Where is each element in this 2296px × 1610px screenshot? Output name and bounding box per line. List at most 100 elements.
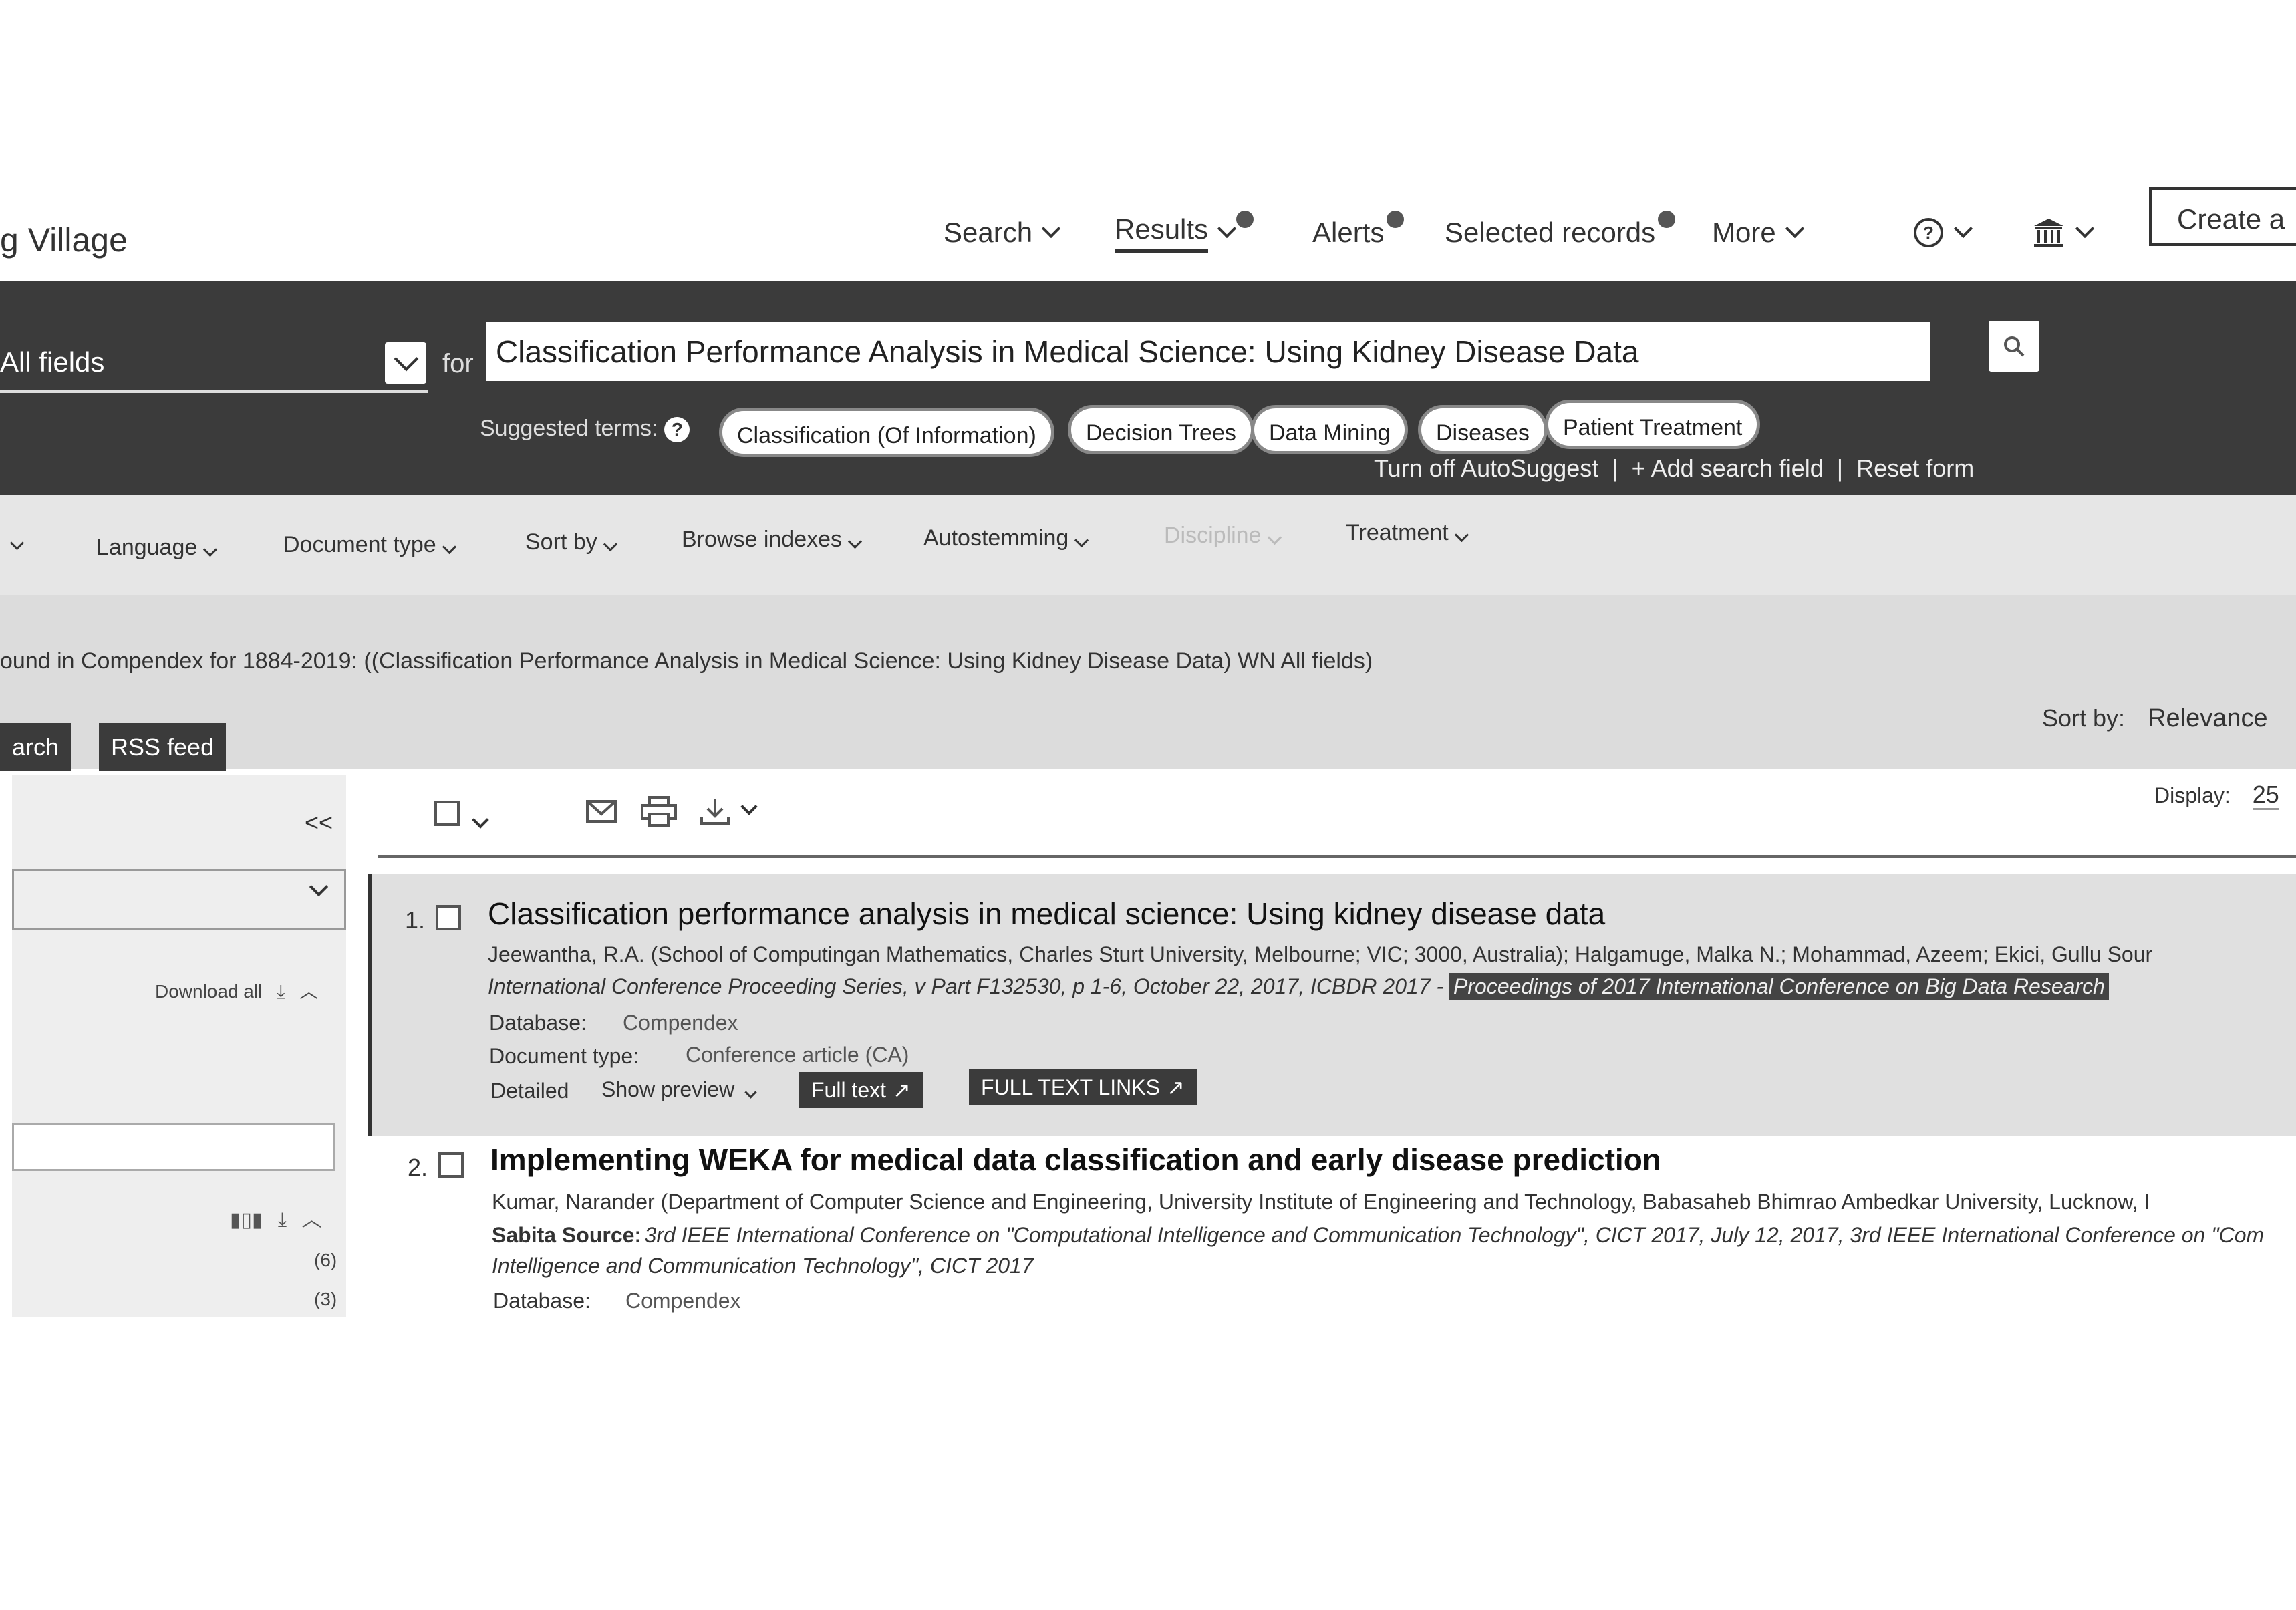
display-label: Display: <box>2154 783 2231 807</box>
download-button[interactable] <box>699 797 758 829</box>
suggested-terms-label: Suggested terms:? <box>480 416 690 442</box>
result-title-link[interactable]: Implementing WEKA for medical data class… <box>490 1142 1661 1178</box>
source-label: Sabita Source: <box>492 1223 642 1247</box>
chevron-down-icon <box>442 539 456 555</box>
show-preview-toggle[interactable]: Show preview <box>601 1077 757 1102</box>
print-button[interactable] <box>640 795 678 831</box>
chevron-down-icon <box>1041 219 1061 239</box>
turn-off-autosuggest-link[interactable]: Turn off AutoSuggest <box>1374 454 1598 482</box>
print-icon <box>641 796 677 827</box>
database-label: Database: <box>489 1011 587 1035</box>
help-icon[interactable]: ? <box>664 417 690 442</box>
result-checkbox[interactable] <box>438 1152 464 1178</box>
filter-autostemming[interactable]: Autostemming <box>923 525 1089 551</box>
nav-results[interactable]: Results <box>1115 211 1254 253</box>
display-control[interactable]: Display: 25 <box>2154 781 2279 810</box>
chevron-down-icon <box>1953 219 1973 239</box>
search-input[interactable]: Classification Performance Analysis in M… <box>486 322 1930 381</box>
select-all[interactable] <box>434 801 490 829</box>
results-badge <box>1236 211 1254 228</box>
institution-icon <box>2034 219 2063 247</box>
chevron-down-icon <box>740 798 758 815</box>
search-links: Turn off AutoSuggest | + Add search field |… <box>1374 454 1987 483</box>
chevron-down-icon <box>603 537 617 552</box>
filter-autostemming-label: Autostemming <box>923 525 1069 551</box>
chevron-up-icon[interactable]: ︿ <box>301 1209 321 1231</box>
result-checkbox[interactable] <box>436 905 461 930</box>
filter-document-type-label: Document type <box>283 532 436 557</box>
display-value: 25 <box>2252 781 2279 810</box>
sort-by-value: Relevance <box>2148 704 2268 732</box>
suggested-term-chip[interactable]: Patient Treatment <box>1545 400 1761 449</box>
download-all-link[interactable]: Download all ⤓ ︿ <box>155 977 318 1004</box>
search-button[interactable] <box>1989 321 2039 372</box>
filter-browse-indexes-label: Browse indexes <box>682 527 843 552</box>
create-account-button[interactable]: Create a <box>2149 187 2296 246</box>
help-menu[interactable]: ? <box>1912 213 1973 253</box>
nav-selected-records-label: Selected records <box>1445 217 1656 248</box>
full-text-button[interactable]: Full text ↗ <box>799 1072 923 1108</box>
full-text-links-button[interactable]: FULL TEXT LINKS ↗ <box>969 1069 1197 1105</box>
filter-sort-by[interactable]: Sort by <box>525 529 617 555</box>
brand-title: g Village <box>0 221 128 259</box>
result-title-link[interactable]: Classification performance analysis in m… <box>488 896 1605 932</box>
select-all-checkbox[interactable] <box>434 801 460 826</box>
facet-count: (6) <box>314 1250 337 1270</box>
nav-search[interactable]: Search <box>944 213 1061 253</box>
chart-icon[interactable]: ▮▯▮ <box>230 1209 263 1231</box>
divider: | <box>1612 454 1618 482</box>
full-text-links-label: FULL TEXT LINKS <box>981 1075 1160 1099</box>
institution-menu[interactable] <box>2031 213 2095 253</box>
facet-tools: ▮▯▮ ⤓ ︿ <box>230 1203 321 1232</box>
result-number: 2. <box>408 1154 428 1181</box>
chevron-down-icon <box>847 534 863 549</box>
detailed-link[interactable]: Detailed <box>490 1079 569 1103</box>
suggested-term-chip[interactable]: Decision Trees <box>1068 405 1254 454</box>
database-value: Compendex <box>625 1289 741 1313</box>
suggested-term-chip[interactable]: Data Mining <box>1251 405 1409 454</box>
svg-text:?: ? <box>1923 223 1934 243</box>
nav-results-label: Results <box>1115 213 1209 253</box>
filter-dropdown[interactable] <box>4 528 25 554</box>
chevron-down-icon <box>1074 533 1089 548</box>
result-source: Sabita Source: 3rd IEEE International Co… <box>492 1223 2264 1248</box>
filter-discipline: Discipline <box>1164 523 1282 549</box>
external-link-icon: ↗ <box>1166 1075 1185 1099</box>
chevron-down-icon <box>472 811 490 829</box>
chevron-down-icon <box>1217 219 1237 239</box>
add-search-field-link[interactable]: + Add search field <box>1632 454 1824 482</box>
full-text-label: Full text <box>811 1078 887 1102</box>
field-select[interactable]: All fields <box>0 334 428 393</box>
nav-more-label: More <box>1712 217 1776 248</box>
document-type-value: Conference article (CA) <box>686 1043 909 1067</box>
field-select-toggle[interactable] <box>385 342 426 384</box>
refine-panel <box>12 775 346 1317</box>
chevron-down-icon <box>2075 219 2095 239</box>
reset-form-link[interactable]: Reset form <box>1856 454 1974 482</box>
results-header <box>0 595 2296 769</box>
nav-selected-records[interactable]: Selected records <box>1445 211 1676 253</box>
collapse-panel-button[interactable]: << <box>305 809 333 837</box>
nav-alerts[interactable]: Alerts <box>1312 211 1405 253</box>
filter-document-type[interactable]: Document type <box>283 532 456 558</box>
sort-by-control[interactable]: Sort by: Relevance <box>2042 704 2268 733</box>
rss-feed-button[interactable]: RSS feed <box>99 723 227 771</box>
download-icon[interactable]: ⤓ <box>278 1209 287 1231</box>
help-icon: ? <box>1914 218 1943 247</box>
filter-language[interactable]: Language <box>96 535 218 561</box>
facet-count: (3) <box>314 1289 337 1309</box>
refine-input[interactable] <box>12 1123 335 1171</box>
refine-dropdown[interactable] <box>12 869 346 930</box>
chevron-down-icon <box>394 346 419 372</box>
nav-more[interactable]: More <box>1712 213 1804 253</box>
filter-browse-indexes[interactable]: Browse indexes <box>682 527 863 553</box>
database-value: Compendex <box>623 1011 738 1035</box>
email-button[interactable] <box>585 798 617 828</box>
save-search-button[interactable]: arch <box>0 723 71 771</box>
suggested-term-chip[interactable]: Diseases <box>1418 405 1548 454</box>
filter-treatment[interactable]: Treatment <box>1346 520 1469 546</box>
suggested-term-chip[interactable]: Classification (Of Information) <box>719 408 1054 457</box>
sort-by-label: Sort by: <box>2042 704 2126 732</box>
results-found-text: ound in Compendex for 1884-2019: ((Class… <box>0 648 1373 674</box>
chevron-down-icon <box>1785 219 1804 239</box>
